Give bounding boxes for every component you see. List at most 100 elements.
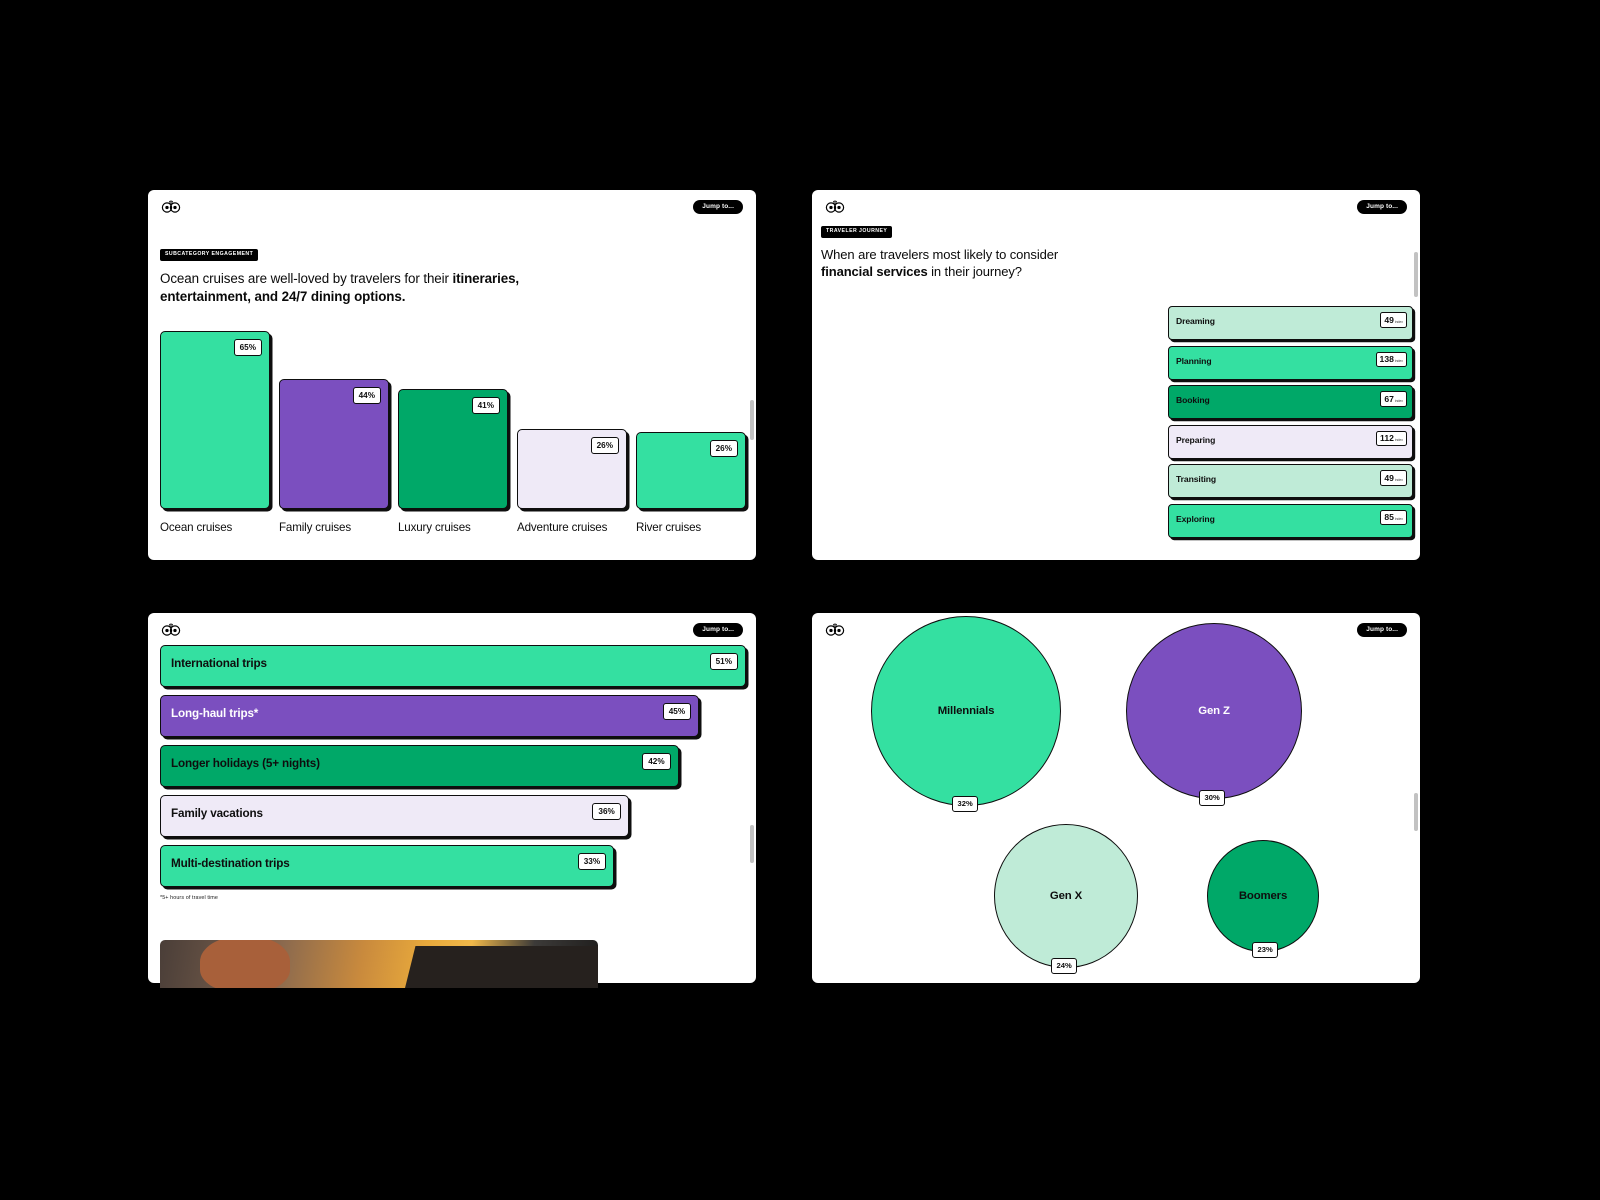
journey-value-number: 49 [1384, 472, 1394, 483]
bar-exploring[interactable]: Exploring 85 index [1168, 503, 1413, 538]
bar-category-label: Family cruises [279, 521, 351, 534]
kicker-badge: SUBCATEGORY ENGAGEMENT [160, 248, 259, 261]
bar-category-label: Luxury cruises [398, 521, 471, 534]
journey-row: Exploring 85 index [1168, 503, 1413, 538]
chart-footnote: *5+ hours of travel time [160, 895, 218, 901]
bar-transiting[interactable]: Transiting 49 index [1168, 464, 1413, 498]
bubble-millennials[interactable]: Millennials [871, 616, 1061, 806]
bar-preparing[interactable]: Preparing 112 index [1168, 424, 1413, 459]
journey-row: Preparing 112 index [1168, 424, 1413, 459]
page-title: When are travelers most likely to consid… [821, 246, 1081, 281]
jump-to-button[interactable]: Jump to... [693, 199, 743, 215]
journey-value-label: 112 index [1376, 430, 1407, 447]
journey-value-label: 85 index [1380, 509, 1407, 526]
bubble-value-millennials: 32% [952, 796, 979, 812]
journey-value-unit: index [1394, 398, 1403, 403]
panel1-heading-block: SUBCATEGORY ENGAGEMENT Ocean cruises are… [160, 242, 580, 306]
panel-scrollbar[interactable] [750, 825, 754, 863]
journey-value-number: 49 [1384, 314, 1394, 325]
tripadvisor-owl-icon [161, 623, 181, 637]
journey-value-unit: index [1394, 477, 1403, 482]
panel-scrollbar[interactable] [750, 400, 754, 440]
journey-value-unit: index [1394, 517, 1403, 521]
bar-value-label: 26% [590, 437, 619, 455]
bar-booking[interactable]: Booking 67 index [1168, 385, 1413, 419]
bar-ocean-cruises[interactable]: 65% [160, 331, 270, 509]
panel2-heading-block: TRAVELER JOURNEY When are travelers most… [821, 219, 1081, 281]
journey-value-number: 112 [1380, 433, 1394, 443]
journey-stage-label: Preparing [1176, 434, 1216, 445]
journey-value-unit: index [1394, 438, 1403, 442]
headline-seg-3: in their journey? [927, 264, 1022, 280]
journey-value-number: 67 [1384, 393, 1394, 404]
hbar-row: Long-haul trips* 45% [160, 695, 746, 737]
hbar-row: Longer holidays (5+ nights) 42% [160, 745, 746, 787]
editorial-photo [160, 940, 598, 988]
bubble-gen-x[interactable]: Gen X [994, 824, 1138, 968]
bar-river-cruises[interactable]: 26% [636, 432, 746, 509]
bar-international-trips[interactable]: International trips 51% [160, 645, 746, 687]
hbar-label: Longer holidays (5+ nights) [171, 757, 320, 770]
bubble-value-gen-z: 30% [1199, 790, 1226, 806]
journey-row: Booking 67 index [1168, 385, 1413, 419]
bar-planning[interactable]: Planning 138 index [1168, 345, 1413, 380]
panel-scrollbar[interactable] [1414, 252, 1418, 297]
journey-stage-label: Exploring [1176, 513, 1215, 524]
journey-value-unit: index [1394, 319, 1403, 324]
horizontal-bar-chart: International trips 51% Long-haul trips*… [160, 645, 746, 901]
headline-seg-1: When are travelers most likely to consid… [821, 246, 1059, 262]
bar-column: 44% Family cruises [279, 379, 389, 534]
journey-value-number: 85 [1384, 512, 1394, 522]
hbar-label: Family vacations [171, 807, 263, 820]
jump-to-button[interactable]: Jump to... [1357, 199, 1407, 215]
bar-multi-destination-trips[interactable]: Multi-destination trips 33% [160, 845, 615, 887]
bar-dreaming[interactable]: Dreaming 49 index [1168, 306, 1413, 340]
panel-scrollbar[interactable] [1414, 793, 1418, 831]
panel-header: Jump to... [148, 190, 756, 224]
bar-luxury-cruises[interactable]: 41% [398, 389, 508, 509]
journey-value-label: 138 index [1375, 351, 1407, 368]
bar-category-label: Adventure cruises [517, 521, 608, 534]
bar-value-label: 26% [709, 440, 738, 458]
bar-category-label: Ocean cruises [160, 521, 233, 534]
bar-adventure-cruises[interactable]: 26% [517, 429, 627, 509]
tripadvisor-owl-icon [825, 200, 845, 214]
bubble-value-gen-x: 24% [1051, 958, 1078, 974]
hbar-label: Multi-destination trips [171, 857, 290, 870]
bar-column: 26% Adventure cruises [517, 429, 627, 534]
journey-row: Planning 138 index [1168, 345, 1413, 380]
jump-to-button[interactable]: Jump to... [1357, 622, 1407, 638]
journey-bar-chart: Dreaming 49 index Planning 138 index Boo… [1168, 306, 1413, 543]
vertical-bar-chart: 65% Ocean cruises 44% Family cruises 41%… [160, 331, 746, 534]
journey-value-label: 49 index [1380, 470, 1407, 486]
page-title: Ocean cruises are well-loved by traveler… [160, 270, 580, 306]
bar-family-cruises[interactable]: 44% [279, 379, 389, 509]
bar-column: 41% Luxury cruises [398, 389, 508, 534]
bubble-label: Millennials [937, 705, 995, 717]
headline-seg-2: financial services [821, 264, 928, 280]
hbar-row: International trips 51% [160, 645, 746, 687]
bubble-boomers[interactable]: Boomers [1207, 840, 1319, 952]
bar-longer-holidays[interactable]: Longer holidays (5+ nights) 42% [160, 745, 679, 787]
bubble-value-boomers: 23% [1252, 942, 1279, 958]
hbar-row: Multi-destination trips 33% [160, 845, 746, 887]
journey-stage-label: Dreaming [1176, 316, 1215, 326]
journey-value-unit: index [1394, 359, 1403, 363]
headline-seg-3: . [401, 288, 406, 304]
bar-column: 26% River cruises [636, 432, 746, 534]
hbar-value-label: 42% [642, 753, 671, 771]
journey-row: Transiting 49 index [1168, 464, 1413, 498]
journey-stage-label: Transiting [1176, 474, 1217, 484]
bar-column: 65% Ocean cruises [160, 331, 270, 534]
bubble-gen-z[interactable]: Gen Z [1126, 623, 1302, 799]
jump-to-button[interactable]: Jump to... [693, 622, 743, 638]
hbar-label: Long-haul trips* [171, 707, 259, 720]
kicker-badge: TRAVELER JOURNEY [821, 225, 893, 238]
panel-header: Jump to... [148, 613, 756, 647]
hbar-label: International trips [171, 657, 267, 670]
bar-family-vacations[interactable]: Family vacations 36% [160, 795, 629, 837]
bar-value-label: 41% [471, 397, 500, 415]
bubble-label: Gen X [1049, 890, 1083, 902]
bar-long-haul-trips[interactable]: Long-haul trips* 45% [160, 695, 700, 737]
journey-stage-label: Booking [1176, 395, 1210, 405]
